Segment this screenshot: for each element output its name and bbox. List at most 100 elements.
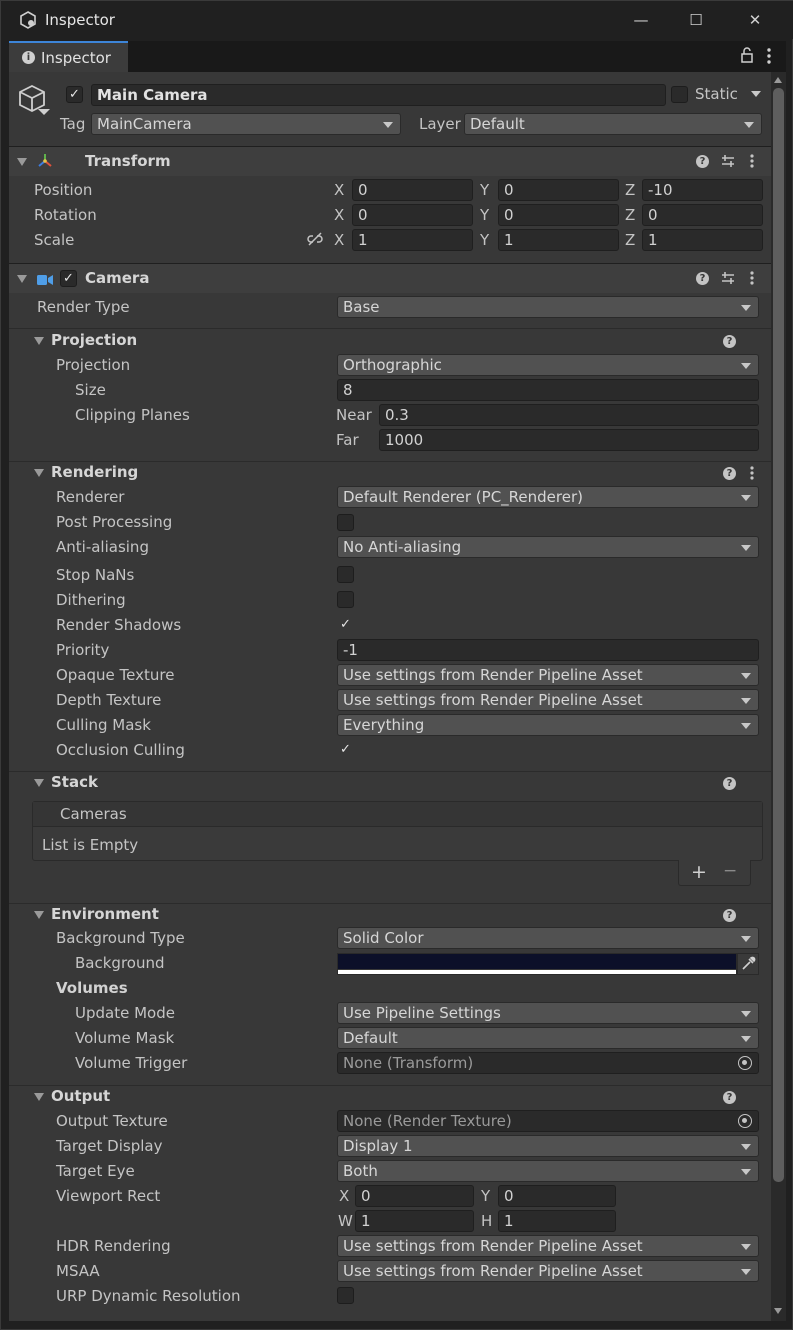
help-icon[interactable]: ?: [696, 155, 709, 168]
static-checkbox[interactable]: [671, 86, 688, 103]
msaa-dropdown[interactable]: Use settings from Render Pipeline Asset: [337, 1260, 759, 1282]
camera-enabled-checkbox[interactable]: ✓: [60, 270, 77, 287]
hdr-rendering-dropdown[interactable]: Use settings from Render Pipeline Asset: [337, 1235, 759, 1257]
near-field[interactable]: 0.3: [379, 404, 759, 426]
rotation-z-field[interactable]: 0: [642, 204, 763, 226]
background-color-field[interactable]: [337, 953, 737, 975]
environment-foldout-icon[interactable]: [34, 911, 44, 919]
projection-foldout-icon[interactable]: [34, 337, 44, 345]
tab-inspector[interactable]: i Inspector: [9, 41, 128, 72]
target-eye-dropdown[interactable]: Both: [337, 1160, 759, 1182]
position-x-field[interactable]: 0: [352, 179, 473, 201]
axis-y-label: Y: [480, 206, 490, 224]
post-processing-checkbox[interactable]: [337, 514, 354, 531]
eyedropper-icon[interactable]: [737, 953, 759, 975]
camera-header[interactable]: ✓ Camera ?: [9, 263, 771, 293]
tag-dropdown[interactable]: MainCamera: [91, 113, 401, 135]
remove-button[interactable]: −: [723, 861, 737, 881]
scale-x-field[interactable]: 1: [352, 229, 473, 251]
viewport-x-field[interactable]: 0: [355, 1185, 474, 1207]
hdr-rendering-label: HDR Rendering: [56, 1237, 171, 1255]
dithering-label: Dithering: [56, 591, 126, 609]
render-type-dropdown[interactable]: Base: [337, 296, 759, 318]
layer-dropdown[interactable]: Default: [464, 113, 762, 135]
axis-x-label: X: [334, 231, 345, 249]
object-picker-icon[interactable]: [738, 1114, 752, 1128]
viewport-h-field[interactable]: 1: [498, 1210, 616, 1232]
render-shadows-checkbox[interactable]: ✓: [337, 616, 354, 633]
dithering-checkbox[interactable]: [337, 591, 354, 608]
transform-foldout-icon[interactable]: [17, 158, 27, 166]
volume-mask-value: Default: [343, 1029, 398, 1047]
size-field[interactable]: 8: [337, 379, 759, 401]
output-texture-field[interactable]: None (Render Texture): [337, 1110, 759, 1132]
background-type-dropdown[interactable]: Solid Color: [337, 927, 759, 949]
help-icon[interactable]: ?: [723, 467, 736, 480]
vertical-scrollbar[interactable]: [771, 72, 786, 1321]
constrain-proportions-icon[interactable]: [307, 232, 323, 248]
output-foldout-icon[interactable]: [34, 1093, 44, 1101]
priority-field[interactable]: -1: [337, 639, 759, 661]
help-icon[interactable]: ?: [723, 909, 736, 922]
culling-mask-dropdown[interactable]: Everything: [337, 714, 759, 736]
depth-texture-dropdown[interactable]: Use settings from Render Pipeline Asset: [337, 689, 759, 711]
scrollbar-thumb[interactable]: [773, 88, 784, 1182]
volume-mask-dropdown[interactable]: Default: [337, 1027, 759, 1049]
volume-trigger-field[interactable]: None (Transform): [337, 1052, 759, 1074]
rotation-y-field[interactable]: 0: [498, 204, 619, 226]
scroll-down-arrow[interactable]: [774, 1308, 782, 1314]
viewport-w-field[interactable]: 1: [355, 1210, 474, 1232]
help-icon[interactable]: ?: [723, 1091, 736, 1104]
preset-icon[interactable]: [721, 154, 735, 168]
viewport-w-label: W: [338, 1212, 353, 1230]
transform-header[interactable]: Transform ?: [9, 146, 771, 176]
component-menu-icon[interactable]: [749, 153, 755, 169]
opaque-texture-dropdown[interactable]: Use settings from Render Pipeline Asset: [337, 664, 759, 686]
occlusion-culling-checkbox[interactable]: ✓: [337, 741, 354, 758]
help-icon[interactable]: ?: [723, 777, 736, 790]
stop-nans-checkbox[interactable]: [337, 566, 354, 583]
viewport-y-field[interactable]: 0: [498, 1185, 616, 1207]
object-name-field[interactable]: Main Camera: [91, 84, 666, 106]
close-button[interactable]: ✕: [744, 9, 766, 31]
title-bar: Inspector — ☐ ✕: [1, 1, 793, 39]
urp-dynamic-resolution-checkbox[interactable]: [337, 1287, 354, 1304]
active-checkbox[interactable]: ✓: [66, 86, 83, 103]
near-label: Near: [336, 406, 372, 424]
object-picker-icon[interactable]: [738, 1056, 752, 1070]
unity-logo-icon: [19, 11, 37, 29]
target-display-dropdown[interactable]: Display 1: [337, 1135, 759, 1157]
stack-foldout-icon[interactable]: [34, 779, 44, 787]
position-y-field[interactable]: 0: [498, 179, 619, 201]
help-icon[interactable]: ?: [723, 335, 736, 348]
position-z-field[interactable]: -10: [642, 179, 763, 201]
minimize-button[interactable]: —: [630, 9, 652, 31]
help-icon[interactable]: ?: [696, 272, 709, 285]
add-button[interactable]: +: [691, 861, 707, 883]
target-display-label: Target Display: [56, 1137, 163, 1155]
scroll-up-arrow[interactable]: [774, 77, 782, 83]
static-dropdown-arrow[interactable]: [751, 91, 761, 97]
camera-foldout-icon[interactable]: [17, 275, 27, 283]
rendering-foldout-icon[interactable]: [34, 469, 44, 477]
projection-dropdown[interactable]: Orthographic: [337, 354, 759, 376]
lock-icon[interactable]: [740, 47, 754, 63]
renderer-dropdown[interactable]: Default Renderer (PC_Renderer): [337, 486, 759, 508]
rotation-x-field[interactable]: 0: [352, 204, 473, 226]
scale-y-field[interactable]: 1: [498, 229, 619, 251]
preset-icon[interactable]: [721, 271, 735, 285]
component-menu-icon[interactable]: [749, 270, 755, 286]
viewport-x-label: X: [339, 1187, 350, 1205]
maximize-button[interactable]: ☐: [685, 9, 707, 31]
clipping-planes-label: Clipping Planes: [75, 406, 190, 424]
msaa-label: MSAA: [56, 1262, 100, 1280]
target-display-value: Display 1: [343, 1137, 413, 1155]
background-type-value: Solid Color: [343, 929, 424, 947]
tab-label: Inspector: [41, 49, 111, 67]
far-field[interactable]: 1000: [379, 429, 759, 451]
section-menu-icon[interactable]: [749, 465, 755, 481]
scale-z-field[interactable]: 1: [642, 229, 763, 251]
tab-menu-icon[interactable]: [765, 47, 773, 65]
update-mode-dropdown[interactable]: Use Pipeline Settings: [337, 1002, 759, 1024]
anti-aliasing-dropdown[interactable]: No Anti-aliasing: [337, 536, 759, 558]
